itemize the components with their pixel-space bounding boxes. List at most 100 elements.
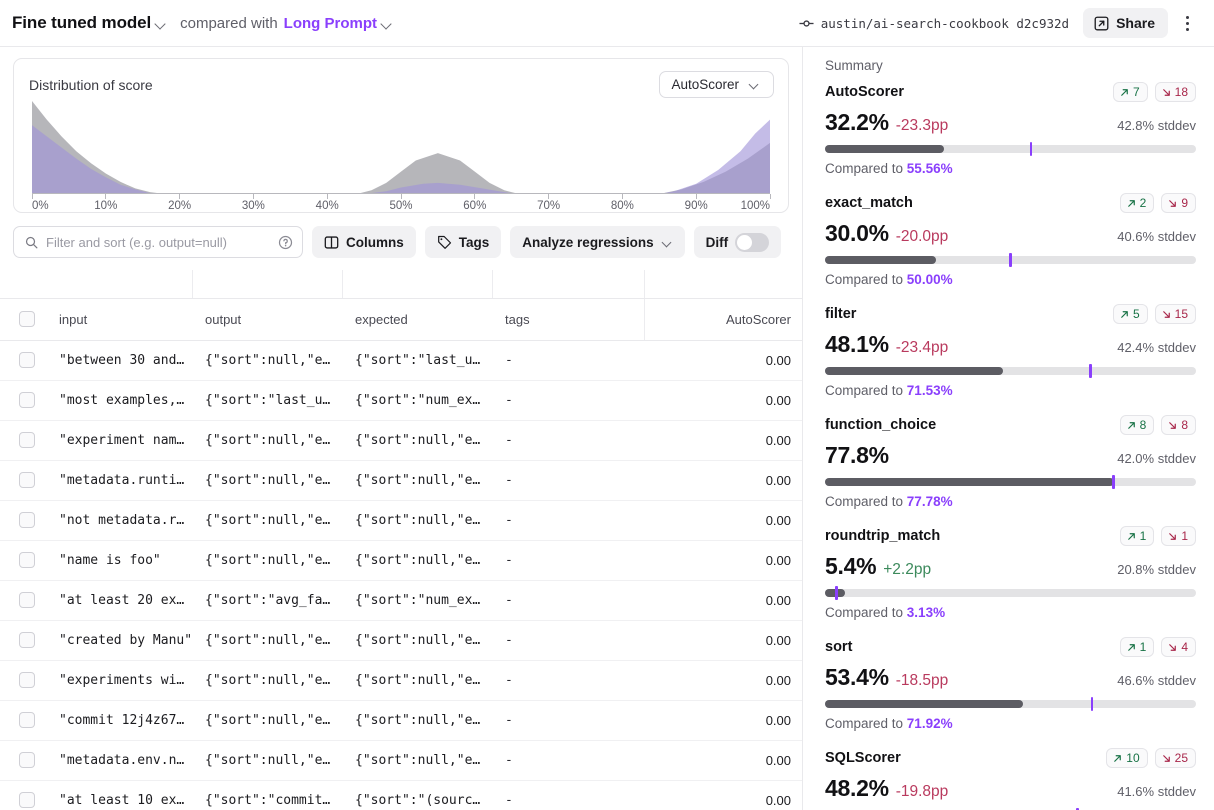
regressions-badge[interactable]: 15 [1155, 304, 1196, 324]
row-select-cell[interactable] [0, 340, 46, 380]
column-header-input[interactable]: input [46, 298, 192, 340]
search-input[interactable] [46, 235, 270, 250]
row-select-cell[interactable] [0, 500, 46, 540]
regressions-badge[interactable]: 1 [1161, 526, 1196, 546]
metric-top-row: AutoScorer 7 18 [825, 82, 1196, 102]
column-header-expected[interactable]: expected [342, 298, 492, 340]
improvements-badge[interactable]: 8 [1120, 415, 1155, 435]
diff-toggle-group[interactable]: Diff [694, 226, 782, 258]
axis-tick [32, 194, 33, 199]
metric-progress-bar [825, 256, 1196, 264]
regressions-badge[interactable]: 8 [1161, 415, 1196, 435]
row-select-cell[interactable] [0, 660, 46, 700]
row-select-cell[interactable] [0, 620, 46, 660]
cell-expected: {"sort":null,"e… [342, 700, 492, 740]
compare-experiment-dropdown[interactable]: Long Prompt [284, 15, 396, 32]
table-row[interactable]: "metadata.env.n…{"sort":null,"e…{"sort":… [0, 740, 803, 780]
axis-tick [105, 194, 106, 199]
table-row[interactable]: "at least 10 ex…{"sort":"commit…{"sort":… [0, 780, 803, 810]
improvements-badge[interactable]: 1 [1120, 637, 1155, 657]
scorer-select-dropdown[interactable]: AutoScorer [659, 71, 774, 98]
metric-pills: 10 25 [1106, 748, 1196, 768]
metric-pills: 88 [1120, 415, 1196, 435]
row-select-cell[interactable] [0, 420, 46, 460]
row-select-cell[interactable] [0, 540, 46, 580]
row-checkbox[interactable] [19, 392, 35, 408]
metric-value-group: 5.4%+2.2pp [825, 553, 931, 580]
metric-compared-value: 71.92% [907, 716, 953, 731]
column-header-autoscorer[interactable]: AutoScorer [644, 298, 803, 340]
table-row[interactable]: "created by Manu"{"sort":null,"e…{"sort"… [0, 620, 803, 660]
row-select-cell[interactable] [0, 460, 46, 500]
table-row[interactable]: "most examples,…{"sort":"last_u…{"sort":… [0, 380, 803, 420]
cell-tags: - [492, 620, 644, 660]
metric-name: AutoScorer [825, 84, 904, 100]
regressions-badge[interactable]: 4 [1161, 637, 1196, 657]
cell-autoscorer: 0.00 [644, 620, 803, 660]
tags-button[interactable]: Tags [425, 226, 502, 258]
repo-commit-info[interactable]: austin/ai-search-cookbook d2c932d [799, 16, 1069, 31]
filter-box[interactable] [13, 226, 303, 258]
cell-expected: {"sort":"last_u… [342, 340, 492, 380]
share-button[interactable]: Share [1083, 8, 1168, 38]
arrow-down-right-icon [1167, 531, 1178, 542]
row-checkbox[interactable] [19, 632, 35, 648]
tags-button-label: Tags [459, 235, 490, 250]
row-select-cell[interactable] [0, 380, 46, 420]
results-table-wrap: input output expected tags AutoScorer "b… [0, 270, 802, 810]
table-row[interactable]: "at least 20 ex…{"sort":"avg_fa…{"sort":… [0, 580, 803, 620]
improvements-badge[interactable]: 5 [1113, 304, 1148, 324]
row-checkbox[interactable] [19, 352, 35, 368]
table-row[interactable]: "name is foo"{"sort":null,"e…{"sort":nul… [0, 540, 803, 580]
improvements-badge[interactable]: 10 [1106, 748, 1147, 768]
row-checkbox[interactable] [19, 472, 35, 488]
table-row[interactable]: "between 30 and…{"sort":null,"e…{"sort":… [0, 340, 803, 380]
row-checkbox[interactable] [19, 512, 35, 528]
cell-autoscorer: 0.00 [644, 380, 803, 420]
regressions-badge[interactable]: 9 [1161, 193, 1196, 213]
regressions-badge[interactable]: 18 [1155, 82, 1196, 102]
question-circle-icon[interactable] [278, 235, 293, 250]
improvements-badge[interactable]: 7 [1113, 82, 1148, 102]
cell-expected: {"sort":"num_ex… [342, 380, 492, 420]
table-row[interactable]: "experiments wi…{"sort":null,"e…{"sort":… [0, 660, 803, 700]
row-select-cell[interactable] [0, 780, 46, 810]
kebab-menu-icon[interactable] [1174, 10, 1200, 36]
analyze-regressions-label: Analyze regressions [522, 235, 653, 250]
table-toolbar: Columns Tags Analyze regressions Diff [0, 213, 802, 258]
metric-compared-value: 3.13% [907, 605, 945, 620]
cell-expected: {"sort":"(sourc… [342, 780, 492, 810]
metric-comparison-marker [1091, 697, 1094, 711]
select-all-cell[interactable] [0, 298, 46, 340]
row-checkbox[interactable] [19, 672, 35, 688]
select-all-checkbox[interactable] [19, 311, 35, 327]
row-checkbox[interactable] [19, 592, 35, 608]
table-row[interactable]: "commit 12j4z67…{"sort":null,"e…{"sort":… [0, 700, 803, 740]
cell-output: {"sort":"avg_fa… [192, 580, 342, 620]
improvements-badge[interactable]: 1 [1120, 526, 1155, 546]
experiment-title-dropdown[interactable]: Fine tuned model [12, 13, 170, 33]
row-checkbox[interactable] [19, 792, 35, 808]
column-header-tags[interactable]: tags [492, 298, 644, 340]
improvements-badge[interactable]: 2 [1120, 193, 1155, 213]
metric-name: roundtrip_match [825, 528, 940, 544]
table-row[interactable]: "metadata.runti…{"sort":null,"e…{"sort":… [0, 460, 803, 500]
row-checkbox[interactable] [19, 752, 35, 768]
column-header-output[interactable]: output [192, 298, 342, 340]
diff-toggle[interactable] [735, 233, 769, 252]
table-row[interactable]: "not metadata.r…{"sort":null,"e…{"sort":… [0, 500, 803, 540]
columns-button[interactable]: Columns [312, 226, 416, 258]
distribution-plot [32, 101, 770, 194]
group-cell [192, 270, 342, 298]
row-checkbox[interactable] [19, 552, 35, 568]
row-checkbox[interactable] [19, 712, 35, 728]
row-select-cell[interactable] [0, 700, 46, 740]
row-select-cell[interactable] [0, 580, 46, 620]
row-checkbox[interactable] [19, 432, 35, 448]
metric-delta: -20.0pp [896, 228, 949, 246]
analyze-regressions-button[interactable]: Analyze regressions [510, 226, 684, 258]
regressions-badge[interactable]: 25 [1155, 748, 1196, 768]
table-row[interactable]: "experiment nam…{"sort":null,"e…{"sort":… [0, 420, 803, 460]
cell-output: {"sort":null,"e… [192, 500, 342, 540]
row-select-cell[interactable] [0, 740, 46, 780]
